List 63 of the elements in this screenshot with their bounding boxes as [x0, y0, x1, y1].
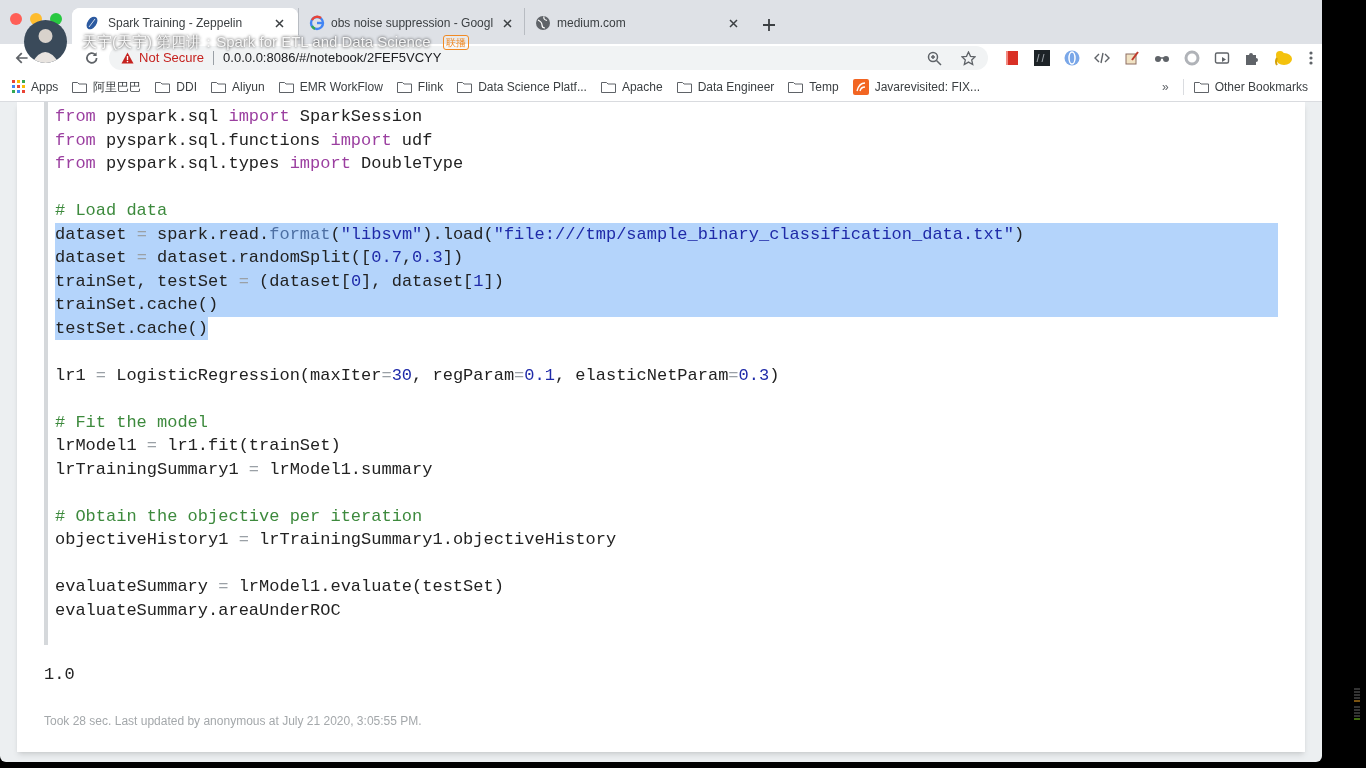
bookmarks-overflow-button[interactable]: »: [1161, 77, 1169, 96]
bookmark[interactable]: EMR WorkFlow: [278, 77, 383, 96]
code-line: lrTrainingSummary1 = lrModel1.summary: [55, 458, 433, 481]
code-line: evaluateSummary.areaUnderROC: [55, 599, 341, 622]
close-tab-icon[interactable]: [726, 16, 740, 30]
apps-grid-icon: [12, 80, 25, 93]
bookmark[interactable]: Aliyun: [211, 77, 265, 96]
code-line: from pyspark.sql.functions import udf: [55, 129, 433, 152]
audio-meter-icon: [1354, 688, 1360, 722]
code-line: # Obtain the objective per iteration: [55, 505, 423, 528]
folder-icon: [788, 80, 804, 93]
bookmark[interactable]: Javarevisited: FIX...: [852, 77, 981, 96]
bookmark[interactable]: Data Engineer: [676, 77, 775, 96]
warning-icon: [121, 52, 135, 64]
zeppelin-icon: [84, 15, 100, 31]
google-icon: [309, 15, 325, 31]
code-editor[interactable]: [44, 102, 1278, 645]
code-line: # Load data: [55, 200, 168, 222]
code-line: # Fit the model: [55, 411, 209, 434]
menu-icon[interactable]: [1308, 50, 1314, 66]
code-line: lr1 = LogisticRegression(maxIter=30, regParam=0.1, elasticNetParam=0.3): [55, 364, 780, 387]
code-line: from pyspark.sql.types import DoubleType: [55, 153, 464, 175]
bookmark[interactable]: 阿里巴巴: [72, 77, 142, 96]
paragraph-footer: Took 28 sec. Last updated by anonymous at July 21 2020, 3:05:55 PM.: [44, 711, 1278, 730]
bookmark[interactable]: Flink: [396, 77, 444, 96]
browser-tab[interactable]: medium.com: [524, 8, 750, 35]
folder-icon: [457, 80, 473, 93]
book-icon[interactable]: [1004, 50, 1020, 66]
paint-brush-icon[interactable]: [1124, 50, 1140, 66]
terminal-icon[interactable]: [1034, 50, 1050, 66]
bookmark[interactable]: Apps: [12, 77, 59, 96]
stream-badge: 联播: [442, 34, 469, 50]
bookmark[interactable]: Apache: [600, 77, 663, 96]
folder-icon: [1193, 80, 1209, 93]
folder-icon: [155, 80, 171, 93]
puzzle-icon[interactable]: [1244, 50, 1260, 66]
back-icon[interactable]: [14, 50, 30, 66]
code-line: objectiveHistory1 = lrTrainingSummary1.objectiveHistory: [55, 529, 617, 551]
bookmark-star-icon[interactable]: [961, 50, 976, 66]
browser-tab[interactable]: obs noise suppression - Googl: [298, 8, 524, 35]
code-icon[interactable]: [1094, 50, 1110, 66]
output-text: 1.0: [44, 664, 76, 686]
zoom-icon[interactable]: [927, 50, 942, 66]
bookmark[interactable]: DDI: [155, 77, 198, 96]
globe-icon: [535, 15, 551, 31]
folder-icon: [72, 80, 88, 93]
close-tab-icon[interactable]: [272, 16, 286, 30]
folder-icon: [278, 80, 294, 93]
media-icon[interactable]: [1214, 50, 1230, 66]
reload-icon[interactable]: [83, 50, 100, 66]
code-line: from pyspark.sql import SparkSession: [55, 106, 423, 128]
folder-icon: [676, 80, 692, 93]
code-line: evaluateSummary = lrModel1.evaluate(testSet): [55, 576, 504, 598]
site-logo-icon: [852, 78, 869, 95]
folder-icon: [211, 80, 227, 93]
other-bookmarks[interactable]: Other Bookmarks: [1193, 77, 1308, 96]
bookmark[interactable]: Data Science Platf...: [457, 77, 587, 96]
close-tab-icon[interactable]: [500, 16, 514, 30]
folder-icon: [396, 80, 412, 93]
folder-icon: [600, 80, 616, 93]
plus-icon: [762, 18, 776, 32]
bookmark[interactable]: Temp: [788, 77, 839, 96]
code-line: lrModel1 = lr1.fit(trainSet): [55, 435, 341, 457]
